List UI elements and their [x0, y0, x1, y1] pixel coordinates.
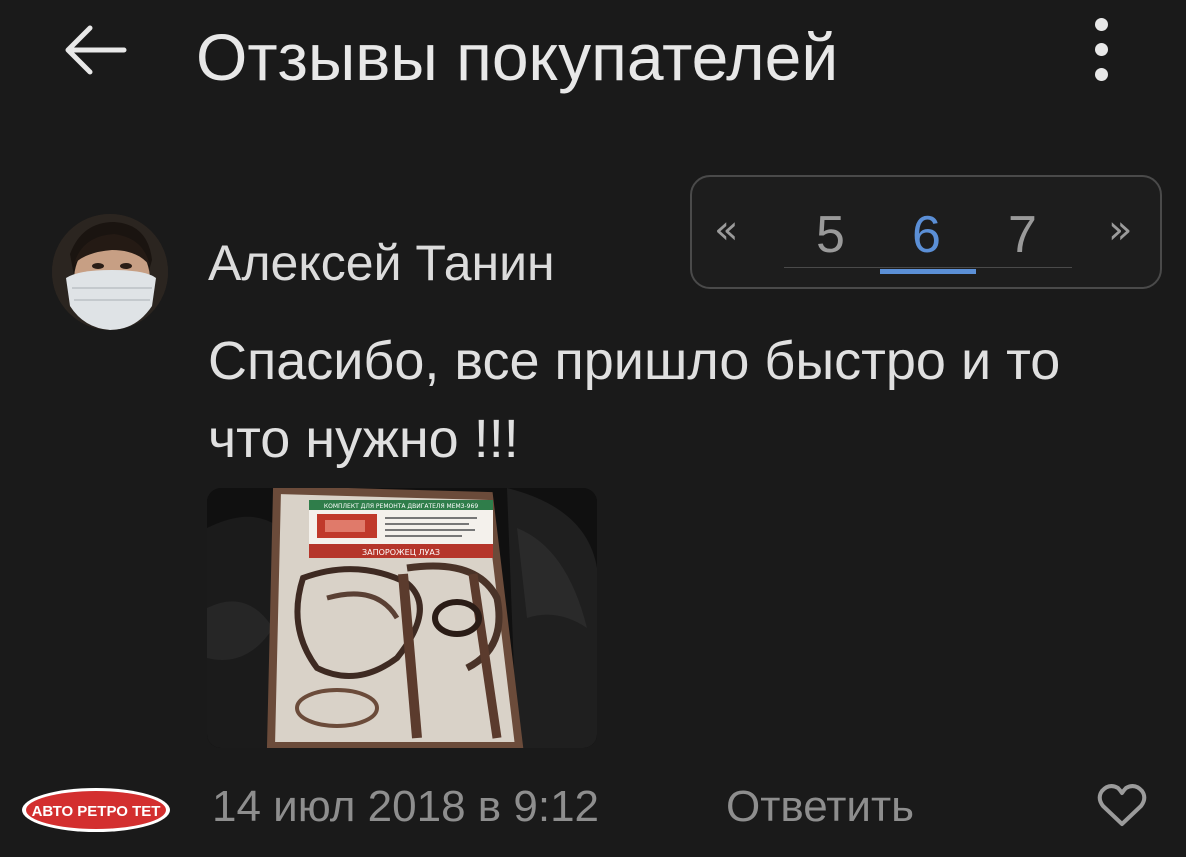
- prev-page-button[interactable]: «: [714, 207, 738, 253]
- shop-badge: АВТО РЕТРО ТЕТ: [20, 786, 172, 834]
- more-options-button[interactable]: [1082, 14, 1122, 84]
- pagination-divider: [784, 267, 1072, 268]
- heart-outline-icon: [1097, 784, 1147, 826]
- badge-text: АВТО РЕТРО ТЕТ: [32, 803, 161, 820]
- page-5-button[interactable]: 5: [816, 205, 845, 265]
- review-date: 14 июл 2018 в 9:12: [212, 782, 600, 831]
- arrow-left-icon: [65, 25, 127, 75]
- top-app-bar: Отзывы покупателей: [0, 0, 1186, 120]
- reply-button[interactable]: Ответить: [726, 778, 914, 836]
- back-button[interactable]: [60, 20, 132, 80]
- avatar[interactable]: [52, 214, 168, 330]
- page-7-button[interactable]: 7: [1008, 205, 1037, 265]
- page-title: Отзывы покупателей: [196, 20, 839, 94]
- more-vertical-icon: [1095, 18, 1108, 31]
- next-page-button[interactable]: »: [1108, 207, 1132, 253]
- active-page-indicator: [880, 269, 976, 274]
- review-author[interactable]: Алексей Танин: [208, 232, 555, 294]
- review-text: Спасибо, все пришло быстро и то что нужн…: [208, 331, 1061, 469]
- review-photo[interactable]: КОМПЛЕКТ ДЛЯ РЕМОНТА ДВИГАТЕЛЯ МЕМЗ-969 …: [207, 488, 597, 748]
- photo-label-bottom: ЗАПОРОЖЕЦ ЛУАЗ: [362, 548, 440, 557]
- photo-label-top: КОМПЛЕКТ ДЛЯ РЕМОНТА ДВИГАТЕЛЯ МЕМЗ-969: [324, 503, 478, 510]
- page-6-button[interactable]: 6: [912, 205, 941, 265]
- like-button[interactable]: [1096, 782, 1148, 830]
- pagination: « 5 6 7 »: [690, 175, 1162, 289]
